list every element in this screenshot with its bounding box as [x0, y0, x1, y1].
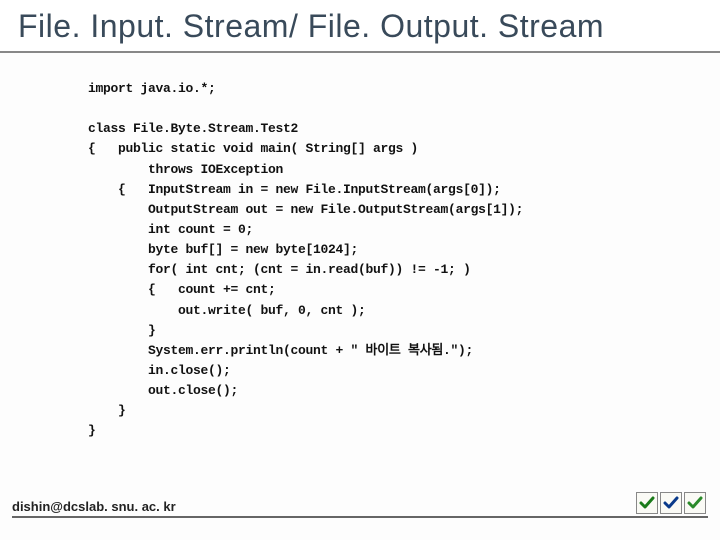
title-bar: File. Input. Stream/ File. Output. Strea…	[0, 0, 720, 53]
check-blue-icon	[660, 492, 682, 514]
code-block: import java.io.*; class File.Byte.Stream…	[0, 53, 720, 442]
code-content: import java.io.*; class File.Byte.Stream…	[88, 79, 720, 442]
slide-title: File. Input. Stream/ File. Output. Strea…	[18, 8, 702, 45]
check-green2-icon	[684, 492, 706, 514]
footer: dishin@dcslab. snu. ac. kr	[12, 492, 708, 518]
check-green-icon	[636, 492, 658, 514]
footer-email: dishin@dcslab. snu. ac. kr	[12, 499, 176, 514]
footer-icons	[636, 492, 708, 514]
